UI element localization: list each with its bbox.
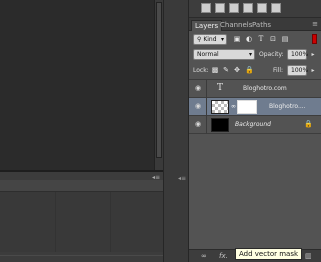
timeline-divider <box>55 192 56 252</box>
timeline-divider <box>110 192 111 252</box>
link-icon[interactable]: ∞ <box>201 252 207 261</box>
panel-tabs: Layers Channels Paths ≡ <box>189 18 321 31</box>
filter-kind-label: Kind <box>203 36 217 43</box>
chevron-down-icon: ▾ <box>248 51 252 58</box>
filter-toggle[interactable] <box>312 34 317 44</box>
shape-filter-icon[interactable]: ⊡ <box>269 35 277 43</box>
layers-list: ◉ T Bloghotro.com ◉ ∞ Bloghotro.... ◉ Ba… <box>189 79 321 249</box>
character-icon[interactable] <box>257 3 267 13</box>
lock-image-icon[interactable]: ✎ <box>222 66 230 74</box>
opacity-slider-button[interactable]: ▸ <box>309 49 317 60</box>
lock-position-icon[interactable]: ✥ <box>233 66 241 74</box>
timeline-tabbar <box>0 180 163 192</box>
timeline-footer-line <box>0 255 163 256</box>
layer-row-background[interactable]: ◉ Background 🔒 <box>189 116 321 134</box>
timeline-panel: ◂≡ <box>0 172 163 262</box>
blend-row: Normal ▾ Opacity: 100% ▸ <box>189 47 321 63</box>
styles-icon[interactable] <box>243 3 253 13</box>
fill-field[interactable]: 100% <box>287 65 309 76</box>
adjustments-icon[interactable] <box>201 3 211 13</box>
chevron-down-icon: ▾ <box>220 36 224 43</box>
trash-icon[interactable]: ▥ <box>305 252 312 261</box>
eye-icon[interactable]: ◉ <box>194 120 202 128</box>
brush-icon[interactable] <box>215 3 225 13</box>
fx-button[interactable]: fx. <box>219 252 228 261</box>
lock-all-icon[interactable]: 🔒 <box>245 66 254 74</box>
eye-icon[interactable]: ◉ <box>194 102 202 110</box>
fill-slider-button[interactable]: ▸ <box>309 65 317 76</box>
tab-paths[interactable]: Paths <box>249 20 274 31</box>
opacity-value: 100% <box>291 51 309 58</box>
lock-label: Lock: <box>193 67 209 74</box>
layer-thumbnail[interactable] <box>211 118 229 132</box>
layer-thumbnail[interactable] <box>211 100 229 114</box>
fill-label: Fill: <box>273 67 284 74</box>
mask-link-icon[interactable]: ∞ <box>231 103 236 111</box>
lock-row: Lock: ▩ ✎ ✥ 🔒 Fill: 100% ▸ <box>189 63 321 79</box>
opacity-field[interactable]: 100% <box>287 49 309 60</box>
adjustment-filter-icon[interactable]: ◐ <box>245 35 253 43</box>
collapse-icon[interactable]: ◂≡ <box>178 175 186 182</box>
lock-icon: 🔒 <box>304 120 313 128</box>
layer-row-masked[interactable]: ◉ ∞ Bloghotro.... <box>189 98 321 116</box>
layer-row-text[interactable]: ◉ T Bloghotro.com <box>189 80 321 98</box>
eye-icon[interactable]: ◉ <box>194 84 202 92</box>
blend-mode-select[interactable]: Normal ▾ <box>193 49 255 60</box>
blend-mode-value: Normal <box>197 51 219 58</box>
opacity-label: Opacity: <box>259 51 284 58</box>
row-separator <box>206 116 207 134</box>
info-icon[interactable] <box>271 3 281 13</box>
lock-transparent-icon[interactable]: ▩ <box>211 66 219 74</box>
filter-row: ⚲ Kind ▾ ▣ ◐ T ⊡ ▤ <box>189 31 321 47</box>
row-separator <box>206 80 207 98</box>
layers-panel-dock: Layers Channels Paths ≡ ⚲ Kind ▾ ▣ ◐ T ⊡… <box>189 0 321 262</box>
dock-strip: ◂≡ <box>163 0 189 262</box>
row-separator <box>206 98 207 116</box>
panel-menu-icon[interactable]: ≡ <box>312 20 318 28</box>
document-workspace: ◂≡ <box>0 0 163 262</box>
timeline-content <box>0 192 163 252</box>
filter-kind-select[interactable]: ⚲ Kind ▾ <box>193 34 227 45</box>
vertical-scrollbar[interactable] <box>154 0 163 170</box>
mask-thumbnail[interactable] <box>237 100 257 114</box>
fill-value: 100% <box>291 67 309 74</box>
pixel-filter-icon[interactable]: ▣ <box>233 35 241 43</box>
tooltip: Add vector mask <box>235 248 303 260</box>
scrollbar-thumb[interactable] <box>156 2 162 158</box>
type-layer-icon: T <box>216 83 223 93</box>
layer-name[interactable]: Background <box>235 120 271 130</box>
panel-icon-strip <box>189 0 321 18</box>
smart-object-filter-icon[interactable]: ▤ <box>281 35 289 43</box>
type-filter-icon[interactable]: T <box>257 35 265 43</box>
layer-name[interactable]: Bloghotro.... <box>269 102 306 112</box>
layer-name[interactable]: Bloghotro.com <box>243 84 287 94</box>
swatches-icon[interactable] <box>229 3 239 13</box>
document-canvas[interactable] <box>0 0 154 170</box>
